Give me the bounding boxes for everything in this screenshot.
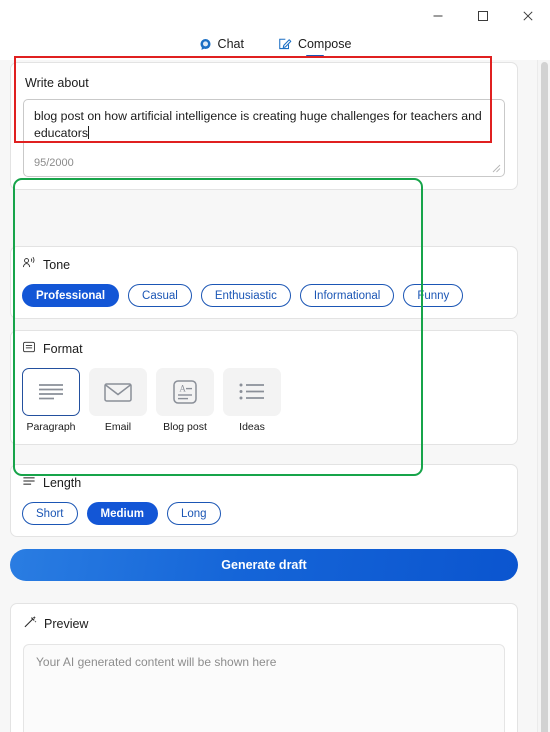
tab-active-indicator	[305, 54, 324, 57]
resize-grip-icon[interactable]	[492, 164, 501, 173]
tone-chip-label: Professional	[36, 289, 106, 302]
length-lines-icon	[22, 474, 36, 491]
length-header: Length	[22, 474, 506, 491]
length-label: Length	[43, 475, 82, 490]
maximize-icon	[477, 11, 488, 21]
tone-chip-professional[interactable]: Professional	[22, 284, 120, 307]
maximize-button[interactable]	[460, 1, 505, 31]
tab-bar: Chat Compose	[0, 32, 550, 60]
svg-text:A: A	[179, 384, 186, 394]
format-tile-label: Blog post	[163, 421, 207, 433]
generate-draft-label: Generate draft	[221, 558, 307, 572]
character-counter: 95/2000	[34, 157, 74, 169]
format-tile-box	[22, 368, 80, 416]
tone-chip-label: Casual	[142, 289, 178, 302]
tone-chip-informational[interactable]: Informational	[299, 284, 395, 307]
tone-chip-label: Informational	[313, 289, 381, 302]
tab-chat-label: Chat	[217, 37, 244, 51]
preview-placeholder-text: Your AI generated content will be shown …	[36, 655, 277, 669]
length-chip-short[interactable]: Short	[22, 502, 78, 525]
close-button[interactable]	[505, 1, 550, 31]
title-bar	[0, 0, 550, 32]
close-icon	[522, 11, 533, 21]
tab-compose[interactable]: Compose	[274, 35, 356, 57]
format-tile-box	[89, 368, 147, 416]
length-chip-label: Long	[180, 507, 207, 520]
write-about-field[interactable]: blog post on how artificial intelligence…	[23, 99, 505, 177]
format-tile-label: Email	[104, 421, 132, 433]
content-pane: Write about blog post on how artificial …	[0, 60, 537, 732]
tone-chip-funny[interactable]: Funny	[403, 284, 464, 307]
chat-bubble-icon	[199, 38, 212, 51]
format-tile-ideas[interactable]: Ideas	[223, 368, 281, 433]
length-chip-label: Medium	[100, 507, 144, 520]
length-chip-long[interactable]: Long	[166, 502, 221, 525]
format-tile-box: A	[156, 368, 214, 416]
app-window: Chat Compose Write about blog post on ho…	[0, 0, 550, 732]
vertical-scrollbar[interactable]	[537, 60, 550, 732]
write-about-text: blog post on how artificial intelligence…	[34, 108, 494, 142]
length-options: Short Medium Long	[22, 502, 506, 525]
length-chip-label: Short	[36, 507, 64, 520]
minimize-button[interactable]	[415, 1, 460, 31]
format-section: Format Paragraph Email A Blog post Ideas	[10, 330, 518, 445]
preview-label: Preview	[44, 616, 89, 631]
tab-chat[interactable]: Chat	[195, 35, 248, 57]
format-card-icon	[22, 340, 36, 357]
scrollbar-thumb[interactable]	[541, 62, 548, 732]
length-chip-medium[interactable]: Medium	[86, 502, 158, 525]
tone-chip-label: Enthusiastic	[214, 289, 277, 302]
tone-section: Tone Professional Casual Enthusiastic In…	[10, 246, 518, 319]
format-label: Format	[43, 341, 83, 356]
envelope-icon	[104, 383, 132, 402]
write-about-value: blog post on how artificial intelligence…	[34, 109, 482, 140]
text-caret	[88, 126, 90, 139]
generate-draft-button[interactable]: Generate draft	[10, 549, 518, 581]
tone-chip-label: Funny	[417, 289, 450, 302]
format-tile-paragraph[interactable]: Paragraph	[22, 368, 80, 433]
compose-pencil-icon	[278, 37, 292, 51]
magic-wand-icon	[23, 615, 37, 632]
compose-card: Write about blog post on how artificial …	[10, 62, 518, 190]
paragraph-lines-icon	[39, 384, 63, 400]
tone-header: Tone	[22, 256, 506, 273]
format-options: Paragraph Email A Blog post Ideas	[22, 368, 506, 433]
preview-card: Preview Your AI generated content will b…	[10, 603, 518, 732]
format-header: Format	[22, 340, 506, 357]
preview-output-box[interactable]: Your AI generated content will be shown …	[23, 644, 505, 732]
tab-compose-label: Compose	[297, 37, 352, 51]
minimize-icon	[433, 15, 442, 17]
tone-chip-casual[interactable]: Casual	[128, 284, 192, 307]
format-tile-blog-post[interactable]: A Blog post	[156, 368, 214, 433]
tone-speaker-icon	[22, 256, 36, 273]
preview-header: Preview	[23, 615, 505, 632]
tone-chip-enthusiastic[interactable]: Enthusiastic	[200, 284, 291, 307]
format-tile-email[interactable]: Email	[89, 368, 147, 433]
bulleted-list-icon	[239, 383, 264, 400]
format-tile-label: Ideas	[239, 421, 265, 433]
format-tile-label: Paragraph	[26, 421, 76, 433]
blog-document-icon: A	[173, 380, 197, 404]
write-about-label: Write about	[25, 76, 89, 90]
scroll-area: Write about blog post on how artificial …	[0, 60, 550, 732]
length-section: Length Short Medium Long	[10, 464, 518, 537]
tone-label: Tone	[43, 257, 71, 272]
format-tile-box	[223, 368, 281, 416]
tone-options: Professional Casual Enthusiastic Informa…	[22, 284, 506, 307]
